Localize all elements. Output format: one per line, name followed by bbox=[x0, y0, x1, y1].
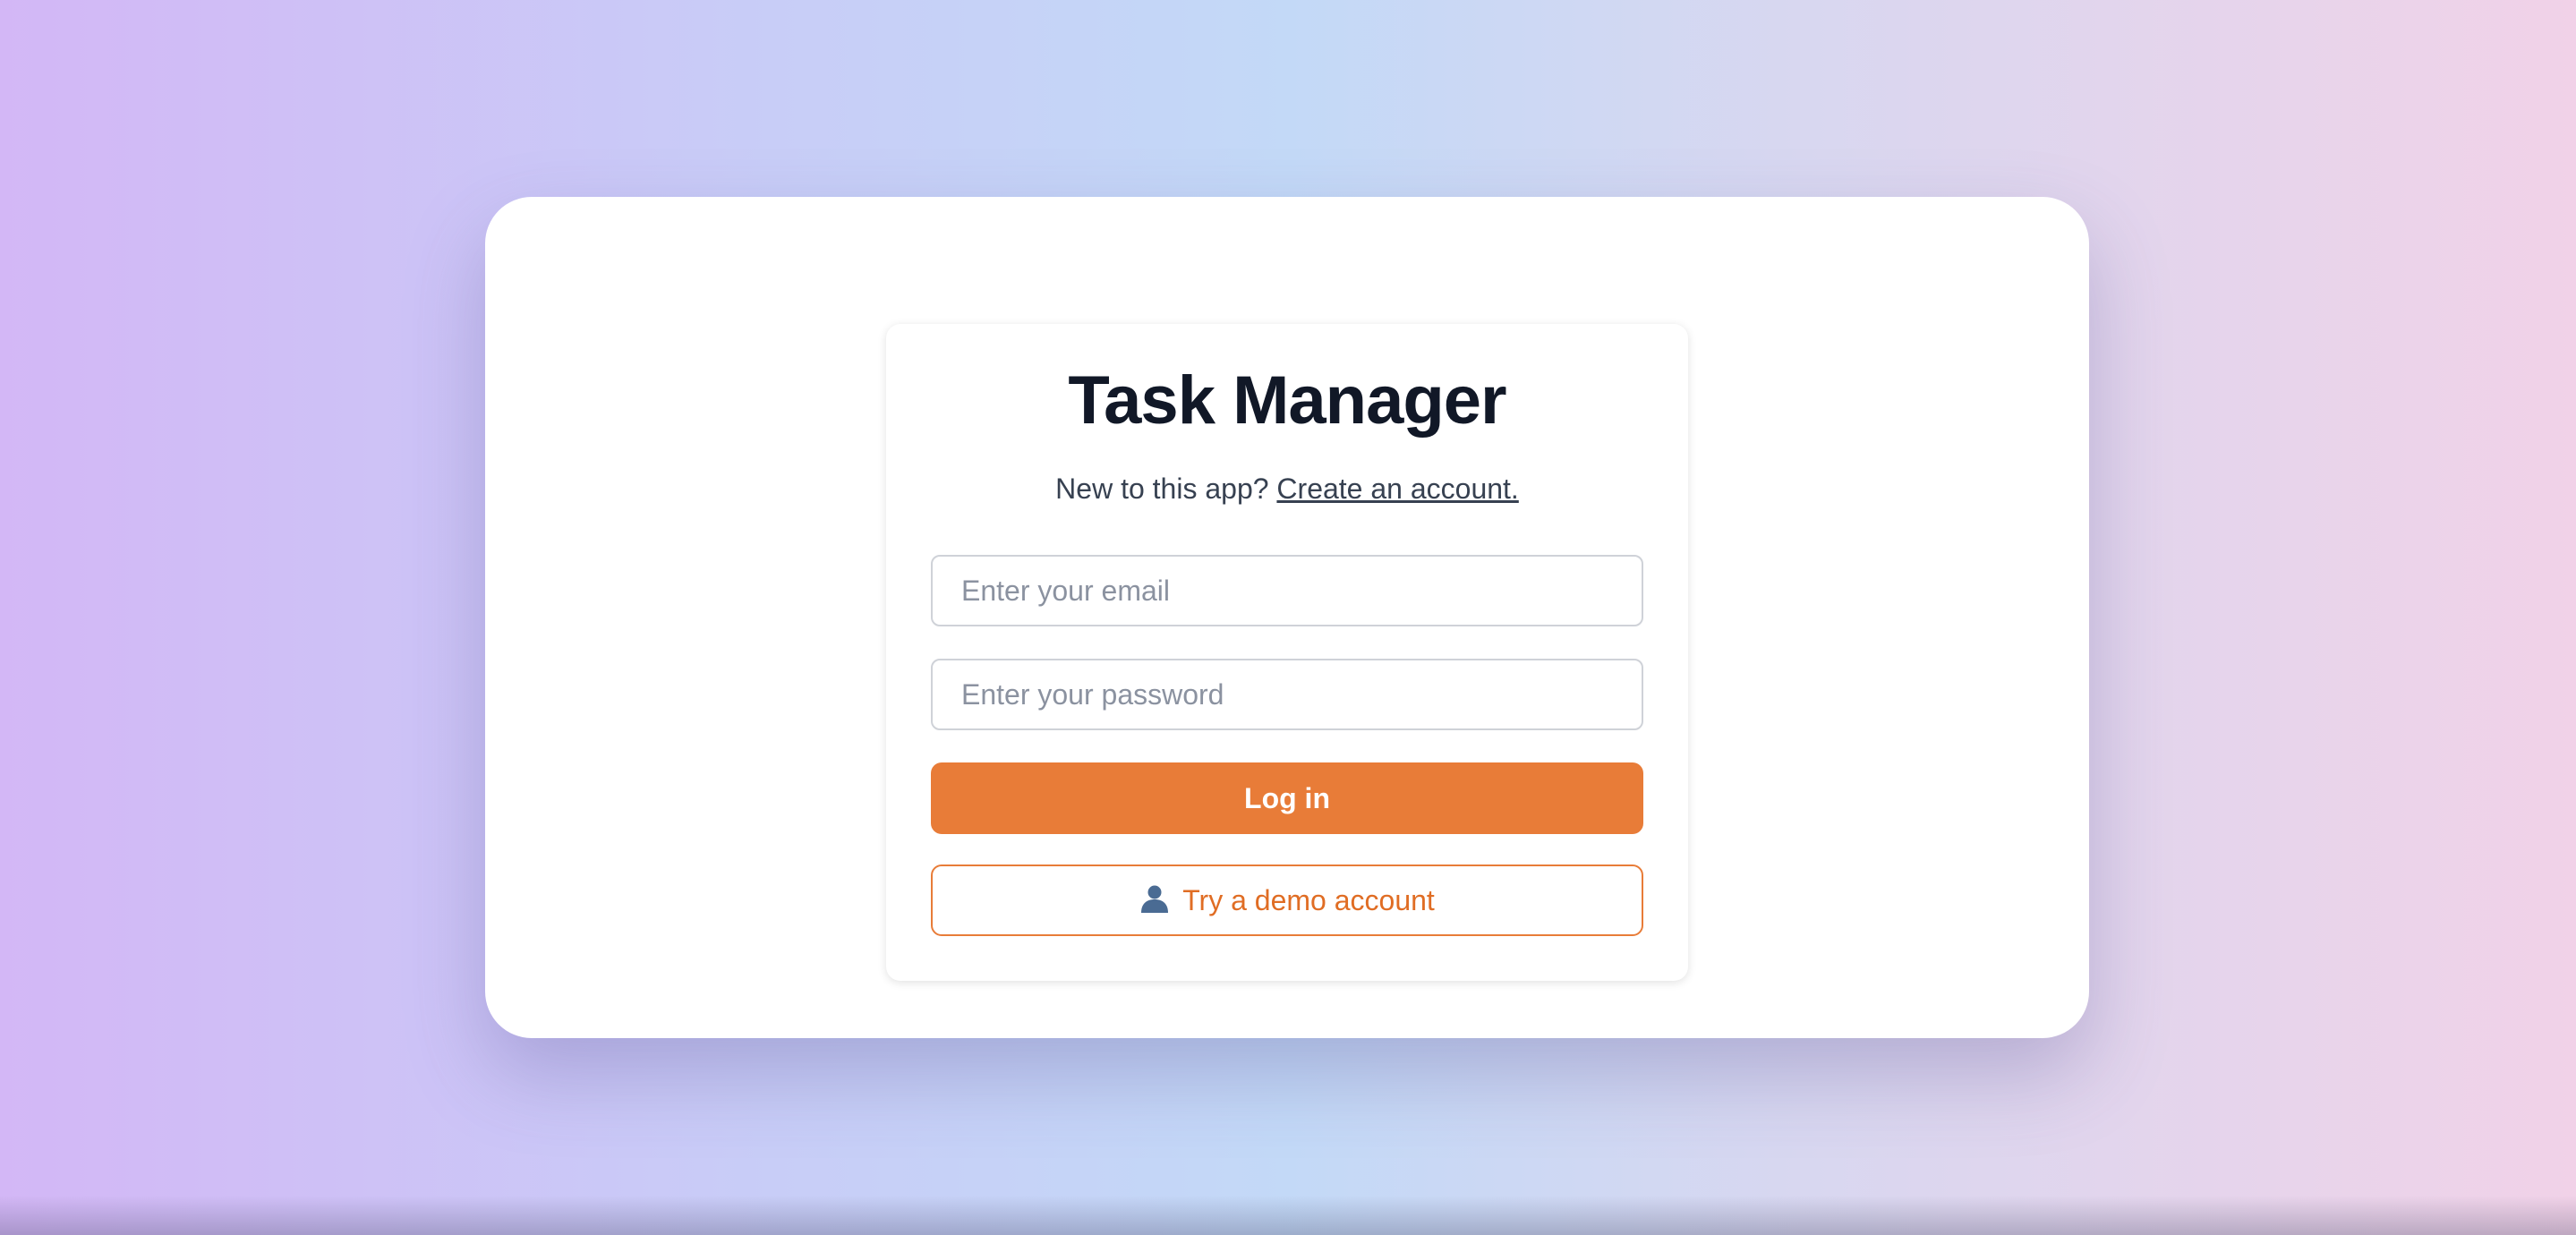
demo-account-label: Try a demo account bbox=[1182, 883, 1435, 916]
user-silhouette-icon bbox=[1139, 883, 1170, 914]
login-panel: Task Manager New to this app? Create an … bbox=[886, 324, 1688, 981]
login-window-card: Task Manager New to this app? Create an … bbox=[485, 197, 2089, 1038]
signup-prompt-text: New to this app? bbox=[1055, 473, 1277, 505]
bottom-edge-shadow bbox=[0, 1196, 2576, 1235]
signup-prompt: New to this app? Create an account. bbox=[886, 473, 1688, 506]
page-title: Task Manager bbox=[1068, 362, 1506, 439]
login-button[interactable]: Log in bbox=[931, 762, 1643, 834]
demo-account-button[interactable]: Try a demo account bbox=[931, 864, 1643, 936]
password-input[interactable] bbox=[931, 659, 1643, 730]
login-button-label: Log in bbox=[1244, 781, 1330, 814]
create-account-link[interactable]: Create an account. bbox=[1276, 473, 1518, 505]
email-input[interactable] bbox=[931, 555, 1643, 626]
